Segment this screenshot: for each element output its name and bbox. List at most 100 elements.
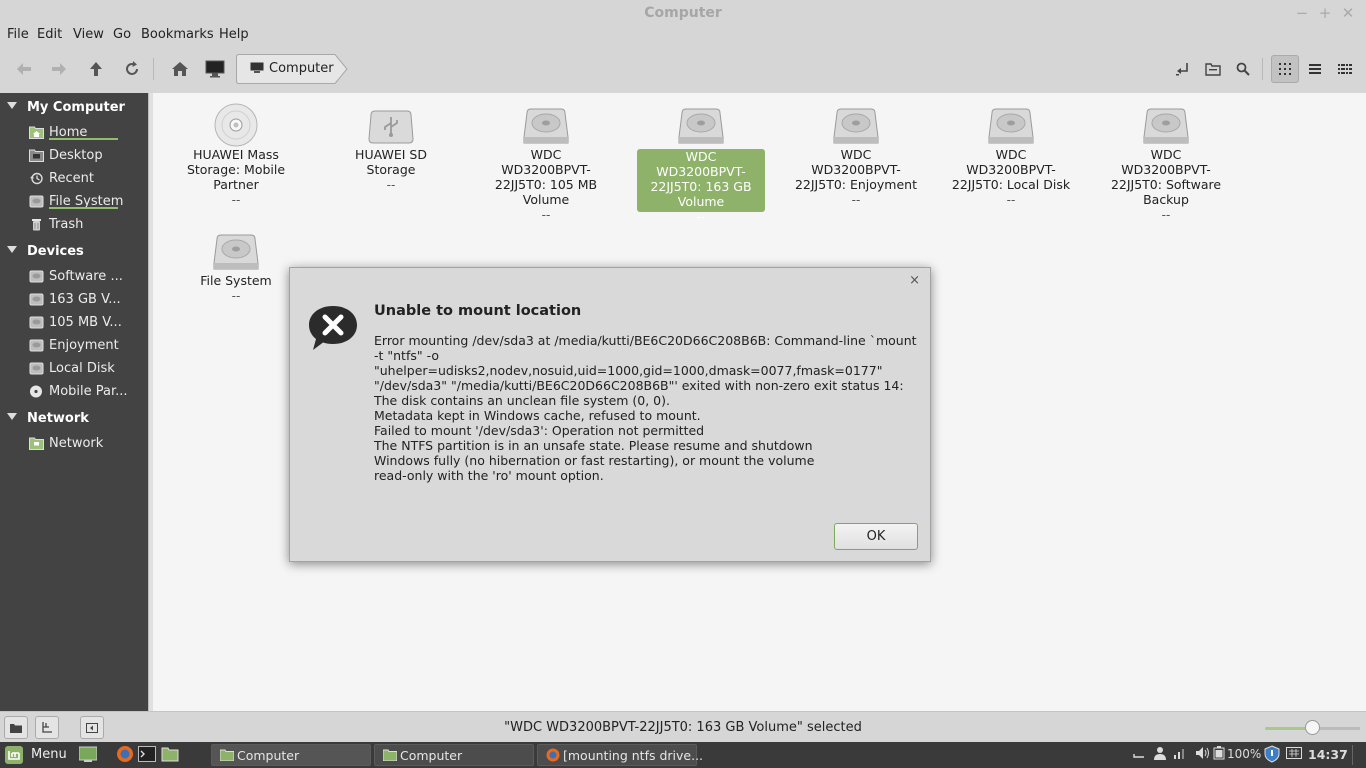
menu-bookmarks[interactable]: Bookmarks [141,27,214,42]
sidebar-item-software[interactable]: Software ... [0,266,148,288]
menu-go[interactable]: Go [113,27,131,42]
mint-menu-button[interactable] [4,745,24,765]
battery-icon[interactable] [1213,746,1225,763]
hard-drive-icon [213,234,259,270]
device-item-huawei-sd[interactable]: HUAWEI SD Storage -- [327,93,455,193]
device-item-163gb-volume[interactable]: WDC WD3200BPVT-22JJ5T0: 163 GB Volume -- [637,93,765,225]
zoom-slider-knob[interactable] [1304,720,1320,735]
sidebar-item-trash[interactable]: Trash [0,214,148,236]
reload-button[interactable] [118,55,146,83]
home-button[interactable] [166,55,194,83]
network-signal-icon[interactable] [1173,746,1187,763]
menubar: File Edit View Go Bookmarks Help [0,26,1366,46]
hard-drive-icon [1143,108,1189,144]
sidebar-item-network[interactable]: Network [0,433,148,455]
task-computer-2[interactable]: Computer [374,744,534,766]
desktop-folder-icon [29,149,44,162]
home-folder-icon [29,126,44,139]
close-window-icon[interactable]: ✕ [1339,3,1357,23]
sidebar-item-desktop[interactable]: Desktop [0,145,148,167]
menu-help[interactable]: Help [219,27,249,42]
keyboard-layout-icon[interactable] [1133,747,1145,761]
menu-file[interactable]: File [7,27,29,42]
sidebar-item-105mb[interactable]: 105 MB V... [0,312,148,334]
statusbar: "WDC WD3200BPVT-22JJ5T0: 163 GB Volume" … [0,711,1366,742]
back-arrow-icon [17,63,31,75]
drive-icon [29,270,44,283]
sidebar-item-163gb[interactable]: 163 GB V... [0,289,148,311]
firefox-icon [117,746,133,762]
new-folder-button[interactable] [1199,55,1227,83]
ok-button[interactable]: OK [834,523,918,550]
reload-icon [126,61,138,75]
folder-icon [383,749,397,761]
search-icon [1236,62,1250,76]
terminal-launcher[interactable] [138,745,156,763]
firefox-icon [546,748,560,762]
icon-view-button[interactable] [1271,55,1299,83]
forward-button[interactable] [45,55,73,83]
volume-icon[interactable] [1195,746,1211,763]
expander-arrow-icon [7,102,17,109]
optical-disc-icon [214,103,258,147]
sidebar-item-home[interactable]: Home [0,122,148,144]
forward-arrow-icon [52,63,66,75]
taskbar: Menu Computer Computer [mounting ntfs dr… [0,742,1366,768]
search-button[interactable] [1229,55,1257,83]
menu-edit[interactable]: Edit [37,27,62,42]
maximize-icon[interactable]: + [1316,3,1334,23]
list-view-icon [1309,64,1321,74]
open-terminal-button[interactable] [1169,55,1197,83]
breadcrumb-computer[interactable]: Computer [236,54,348,84]
network-icon [29,437,44,450]
computer-button[interactable] [201,55,229,83]
update-shield-icon[interactable] [1264,745,1280,766]
recent-icon [30,172,43,185]
sidebar-item-recent[interactable]: Recent [0,168,148,190]
sidebar-section-my-computer[interactable]: My Computer [0,98,148,118]
clock[interactable]: 14:37 [1308,747,1348,762]
sidebar-item-enjoyment[interactable]: Enjoyment [0,335,148,357]
toolbar: Computer [0,47,1366,91]
device-item-105mb-volume[interactable]: WDC WD3200BPVT-22JJ5T0: 105 MB Volume -- [482,93,610,223]
calendar-icon[interactable] [1286,747,1302,762]
back-button[interactable] [10,55,38,83]
window-titlebar[interactable]: Computer − + ✕ [0,0,1366,26]
battery-percent: 100% [1227,747,1262,761]
toolbar-separator [1262,58,1263,80]
drive-icon [29,362,44,375]
user-icon[interactable] [1153,746,1167,763]
drive-icon [29,195,44,208]
menu-label[interactable]: Menu [31,747,67,762]
show-desktop-launcher[interactable] [78,745,98,763]
monitor-icon [205,60,225,78]
sidebar-item-file-system[interactable]: File System [0,191,148,213]
menu-view[interactable]: View [73,27,104,42]
up-button[interactable] [82,55,110,83]
show-desktop-corner[interactable] [1352,745,1364,765]
compact-view-button[interactable] [1331,55,1359,83]
task-computer-1[interactable]: Computer [211,744,371,766]
task-firefox[interactable]: [mounting ntfs drive... [537,744,703,766]
window-title: Computer [644,5,722,21]
device-item-local-disk[interactable]: WDC WD3200BPVT-22JJ5T0: Local Disk -- [947,93,1075,208]
minimize-icon[interactable]: − [1293,3,1311,23]
file-system-usage-bar [49,207,118,209]
error-speech-bubble-icon [309,306,357,350]
files-launcher[interactable] [161,745,179,763]
device-item-file-system[interactable]: File System -- [172,219,300,304]
device-item-huawei-mass-storage[interactable]: HUAWEI Mass Storage: Mobile Partner -- [172,93,300,208]
sidebar-section-network[interactable]: Network [0,409,148,429]
up-arrow-icon [90,62,102,76]
device-item-enjoyment[interactable]: WDC WD3200BPVT-22JJ5T0: Enjoyment -- [792,93,920,208]
firefox-launcher[interactable] [116,745,134,763]
location-toggle-icon [1176,63,1188,76]
sidebar-section-devices[interactable]: Devices [0,242,148,262]
sidebar-item-local-disk[interactable]: Local Disk [0,358,148,380]
dialog-close-icon[interactable]: × [909,273,920,288]
list-view-button[interactable] [1301,55,1329,83]
drive-icon [29,316,44,329]
device-item-software-backup[interactable]: WDC WD3200BPVT-22JJ5T0: Software Backup … [1102,93,1230,223]
sidebar-item-mobile-partner[interactable]: Mobile Par... [0,381,148,403]
home-underline [49,138,118,140]
